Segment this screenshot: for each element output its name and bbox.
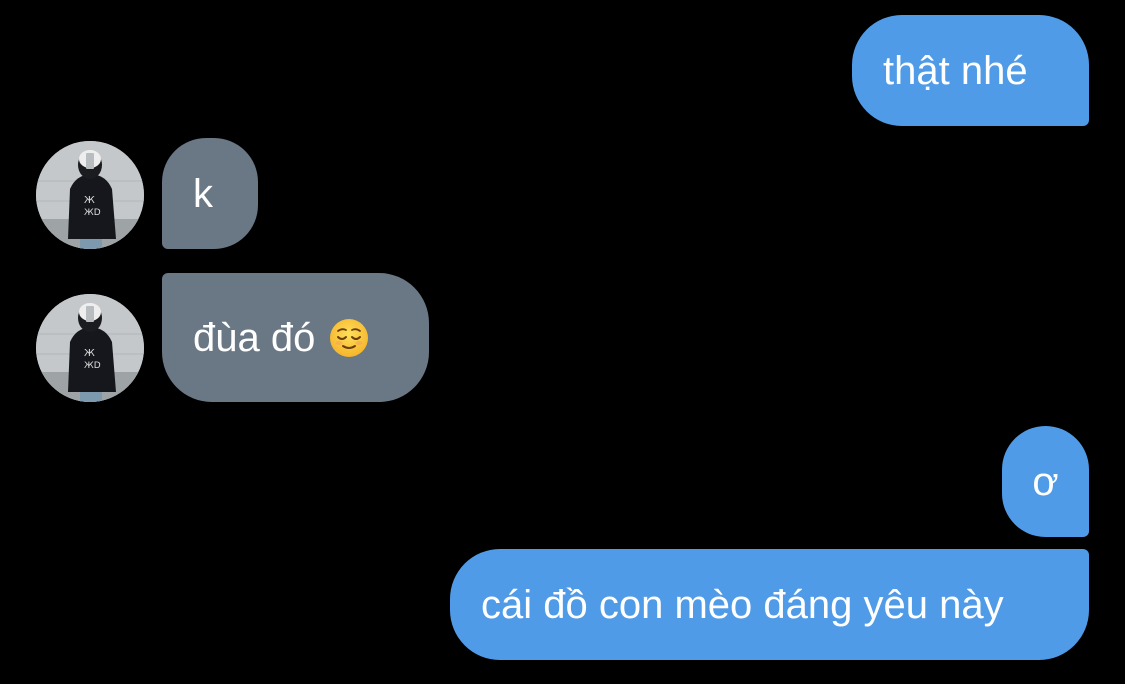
sent-message-bubble[interactable]: cái đồ con mèo đáng yêu này (450, 549, 1089, 660)
svg-text:ЖD: ЖD (84, 361, 101, 371)
relieved-face-emoji-icon (330, 318, 369, 357)
sent-message-bubble[interactable]: ơ (1002, 426, 1089, 537)
message-text: k (193, 171, 213, 216)
contact-avatar[interactable]: Ж ЖD (36, 294, 144, 402)
contact-avatar[interactable]: Ж ЖD (36, 141, 144, 249)
sent-message-bubble[interactable]: thật nhé (852, 15, 1089, 126)
svg-text:ЖD: ЖD (84, 208, 101, 218)
svg-text:Ж: Ж (84, 195, 95, 206)
svg-text:Ж: Ж (84, 348, 95, 359)
message-text: thật nhé (883, 48, 1028, 93)
message-text: đùa đó (193, 315, 316, 360)
user-avatar-icon: Ж ЖD (36, 294, 144, 402)
user-avatar-icon: Ж ЖD (36, 141, 144, 249)
message-text: ơ (1032, 459, 1059, 504)
received-message-bubble[interactable]: đùa đó (162, 273, 429, 402)
message-text: cái đồ con mèo đáng yêu này (481, 582, 1004, 627)
received-message-bubble[interactable]: k (162, 138, 258, 249)
